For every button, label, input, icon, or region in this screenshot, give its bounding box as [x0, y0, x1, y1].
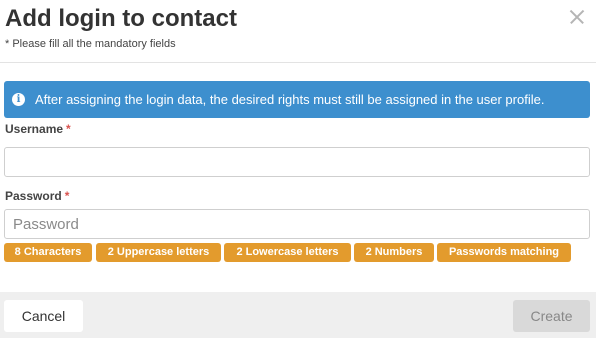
dialog-footer: Cancel Create — [0, 292, 596, 338]
create-button[interactable]: Create — [513, 300, 590, 332]
username-label: Username * — [5, 122, 71, 136]
info-banner-text: After assigning the login data, the desi… — [35, 92, 545, 107]
info-banner: i After assigning the login data, the de… — [4, 81, 590, 118]
username-required-mark: * — [66, 122, 71, 136]
dialog-title: Add login to contact — [5, 5, 237, 32]
dialog-header: Add login to contact * Please fill all t… — [0, 0, 596, 63]
password-label-text: Password — [5, 189, 62, 203]
password-required-mark: * — [64, 189, 70, 203]
password-field[interactable] — [4, 209, 590, 239]
password-label: Password * — [5, 189, 69, 203]
cancel-button[interactable]: Cancel — [4, 300, 83, 332]
mandatory-fields-note: * Please fill all the mandatory fields — [5, 38, 176, 50]
close-icon[interactable] — [568, 8, 586, 26]
requirement-badge-numbers: 2 Numbers — [354, 243, 434, 262]
username-field[interactable] — [4, 147, 590, 177]
info-icon: i — [12, 93, 25, 106]
requirement-badge-lowercase: 2 Lowercase letters — [224, 243, 351, 262]
requirement-badge-passwords-matching: Passwords matching — [437, 243, 571, 262]
requirement-badge-uppercase: 2 Uppercase letters — [96, 243, 221, 262]
username-label-text: Username — [5, 122, 64, 136]
requirement-badge-characters: 8 Characters — [4, 243, 92, 262]
